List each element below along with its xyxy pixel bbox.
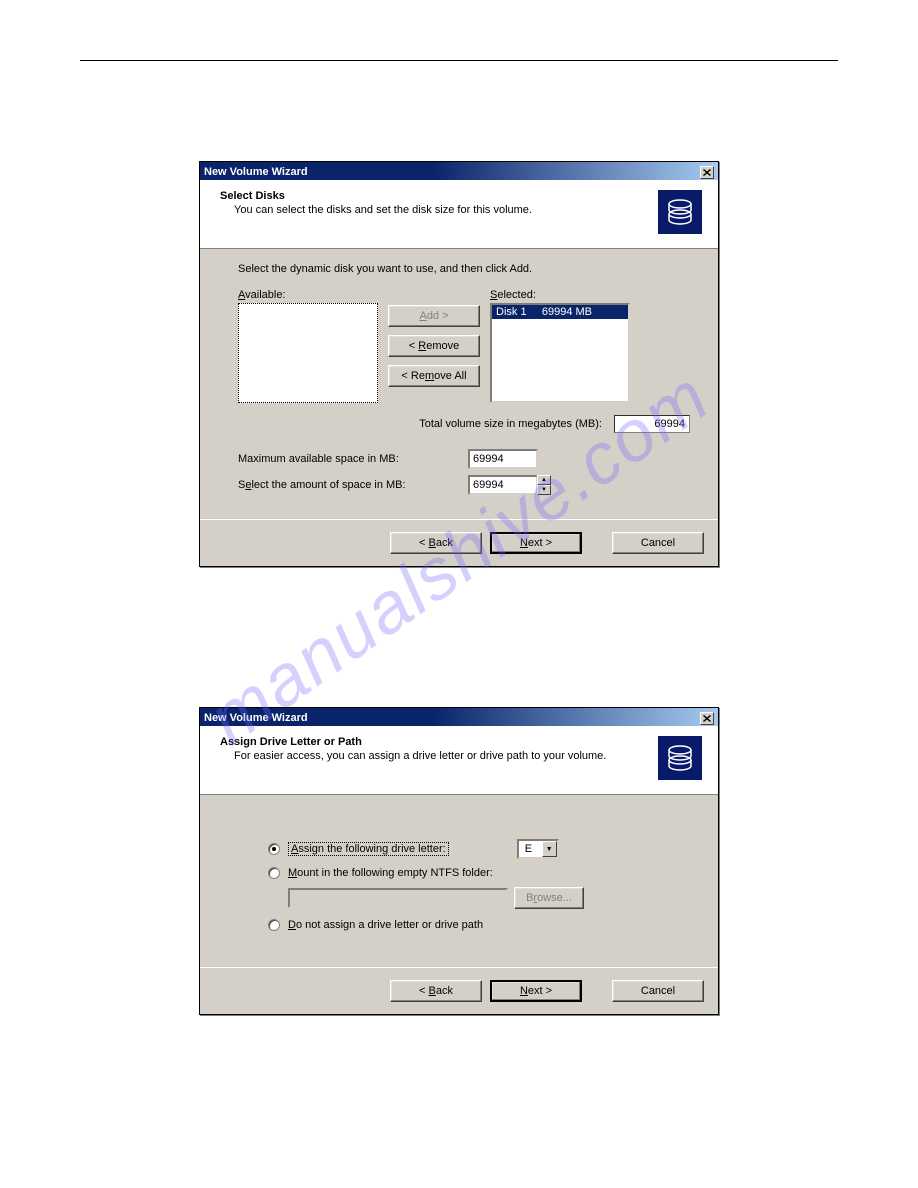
back-button[interactable]: < Back <box>390 980 482 1002</box>
next-button[interactable]: Next > <box>490 532 582 554</box>
max-space-value: 69994 <box>468 449 538 469</box>
header-title: Select Disks <box>220 190 646 202</box>
assign-letter-label[interactable]: Assign the following drive letter: <box>288 842 449 856</box>
next-button[interactable]: Next > <box>490 980 582 1002</box>
close-button[interactable] <box>700 712 714 725</box>
header-subtitle: You can select the disks and set the dis… <box>220 204 646 216</box>
amount-input[interactable]: 69994 <box>468 475 538 495</box>
instruction-text: Select the dynamic disk you want to use,… <box>238 263 690 275</box>
chevron-down-icon[interactable]: ▼ <box>542 841 557 857</box>
mount-folder-radio[interactable] <box>268 867 280 879</box>
no-letter-radio[interactable] <box>268 919 280 931</box>
available-label: Available: <box>238 289 378 301</box>
back-button[interactable]: < Back <box>390 532 482 554</box>
folder-path-input[interactable] <box>288 888 508 908</box>
page-divider <box>80 60 838 61</box>
spin-down[interactable]: ▼ <box>537 485 551 495</box>
available-listbox[interactable] <box>238 303 378 403</box>
header-subtitle: For easier access, you can assign a driv… <box>220 750 646 762</box>
assign-drive-dialog: New Volume Wizard Assign Drive Letter or… <box>199 707 719 1015</box>
header-title: Assign Drive Letter or Path <box>220 736 646 748</box>
disk-stack-icon <box>658 736 702 780</box>
drive-letter-dropdown[interactable]: E ▼ <box>517 839 559 859</box>
list-item[interactable]: Disk 1 69994 MB <box>492 305 628 319</box>
close-button[interactable] <box>700 166 714 179</box>
cancel-button[interactable]: Cancel <box>612 980 704 1002</box>
browse-button[interactable]: Browse... <box>514 887 584 909</box>
disk-stack-icon <box>658 190 702 234</box>
remove-button[interactable]: < Remove <box>388 335 480 357</box>
max-space-label: Maximum available space in MB: <box>238 453 468 465</box>
amount-label: Select the amount of space in MB: <box>238 479 468 491</box>
drive-letter-value: E <box>519 843 542 855</box>
spin-up[interactable]: ▲ <box>537 475 551 485</box>
total-label: Total volume size in megabytes (MB): <box>419 418 602 430</box>
add-button[interactable]: Add > <box>388 305 480 327</box>
no-letter-label[interactable]: Do not assign a drive letter or drive pa… <box>288 919 483 931</box>
cancel-button[interactable]: Cancel <box>612 532 704 554</box>
window-title: New Volume Wizard <box>204 712 308 724</box>
wizard-header: Select Disks You can select the disks an… <box>200 180 718 249</box>
mount-folder-label[interactable]: Mount in the following empty NTFS folder… <box>288 867 493 879</box>
selected-listbox[interactable]: Disk 1 69994 MB <box>490 303 630 403</box>
total-value: 69994 <box>614 415 690 433</box>
selected-label: Selected: <box>490 289 630 301</box>
titlebar: New Volume Wizard <box>200 162 718 180</box>
titlebar: New Volume Wizard <box>200 708 718 726</box>
select-disks-dialog: New Volume Wizard Select Disks You can s… <box>199 161 719 567</box>
wizard-header: Assign Drive Letter or Path For easier a… <box>200 726 718 795</box>
remove-all-button[interactable]: < Remove All <box>388 365 480 387</box>
window-title: New Volume Wizard <box>204 166 308 178</box>
assign-letter-radio[interactable] <box>268 843 280 855</box>
